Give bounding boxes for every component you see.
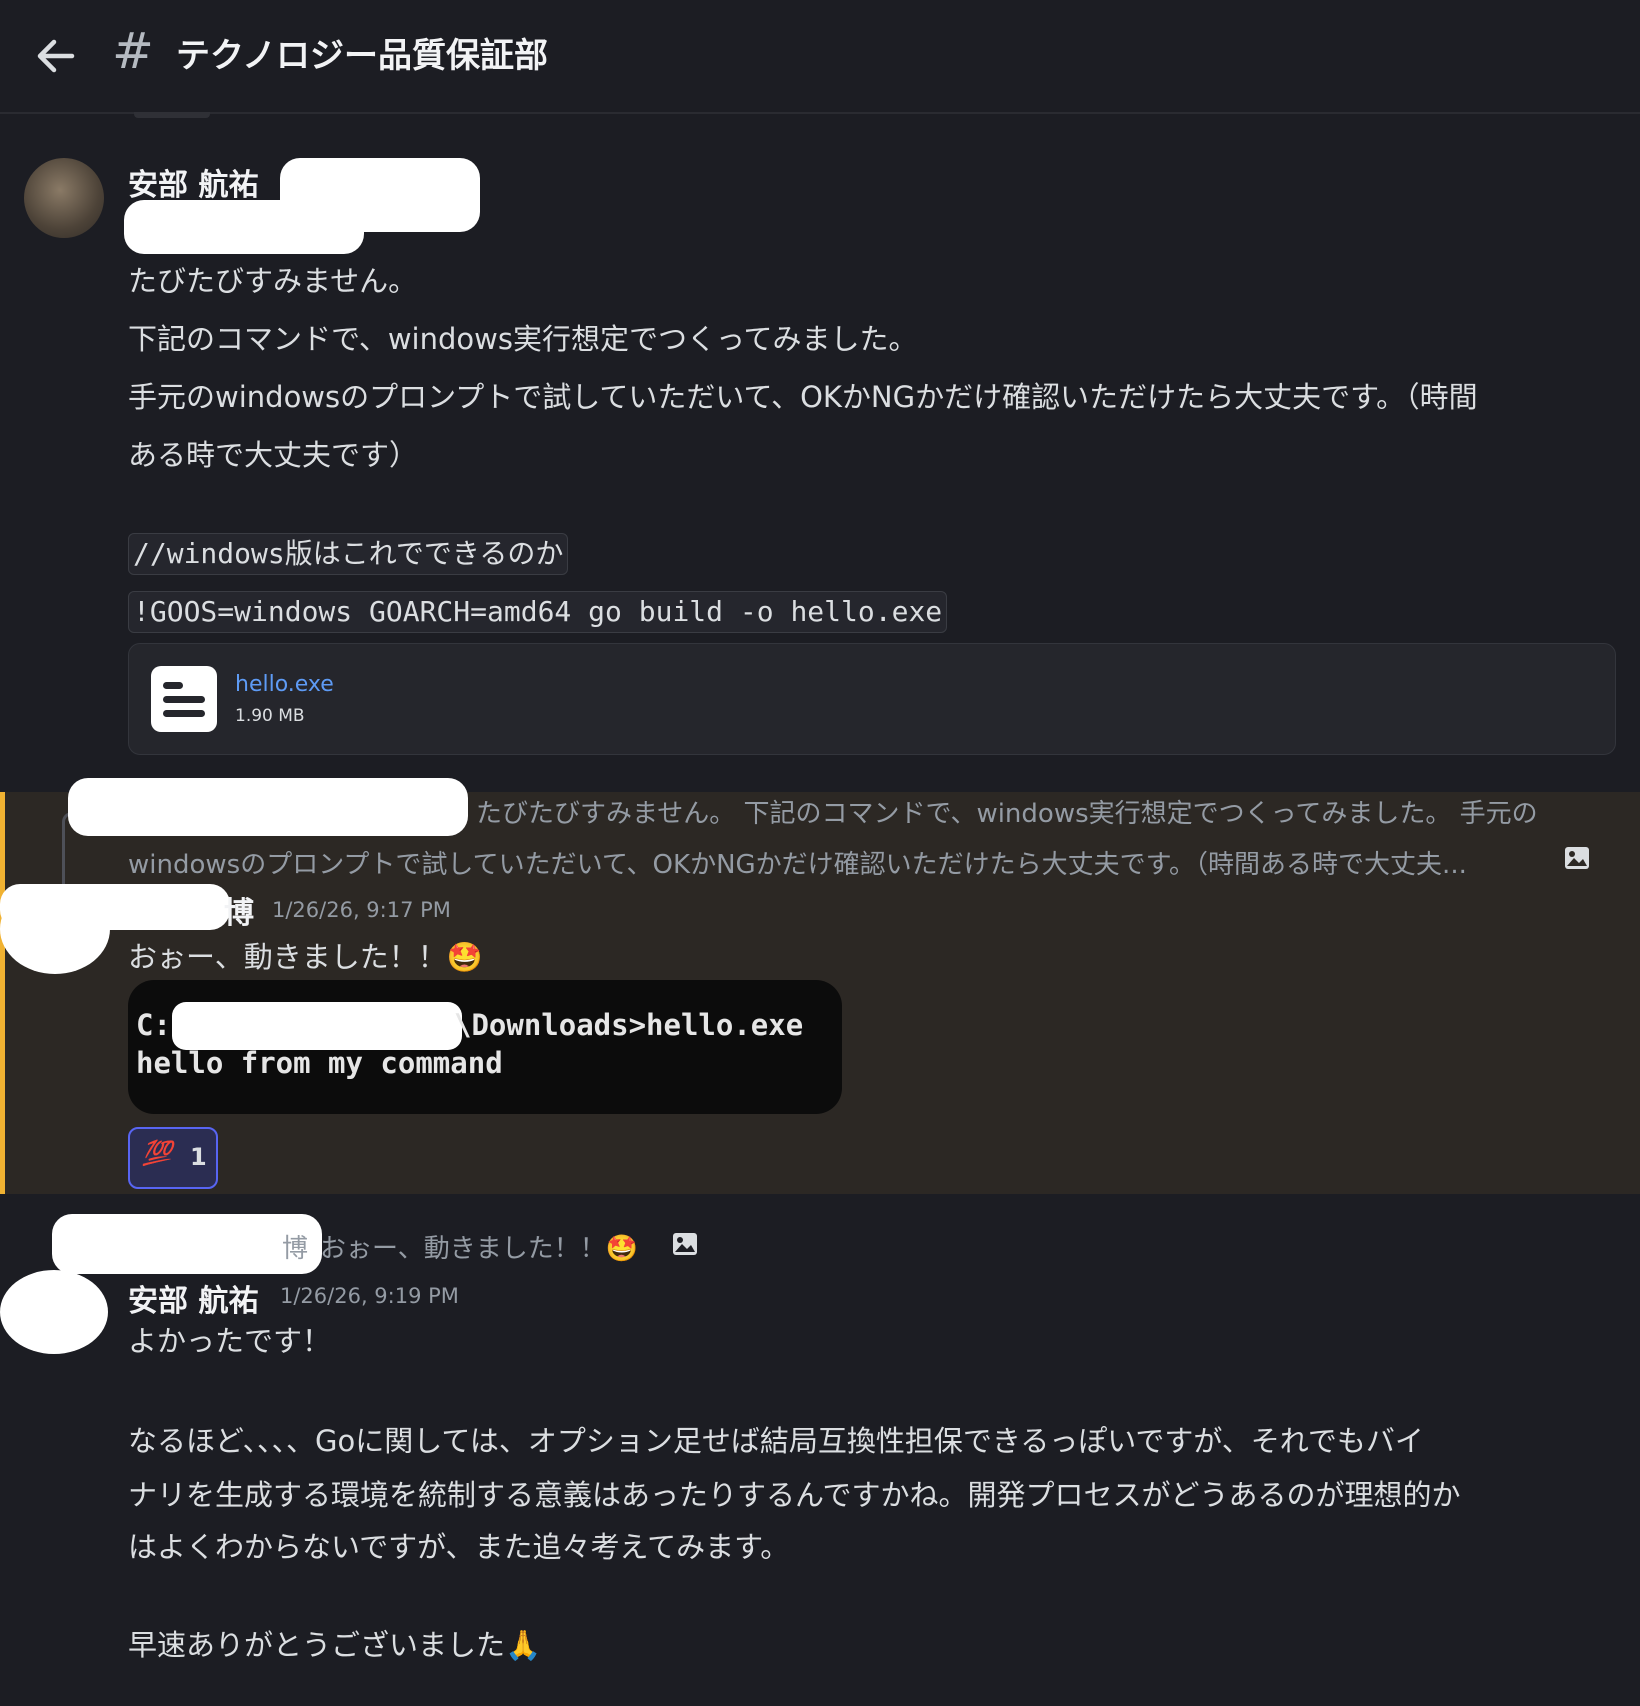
reaction-100[interactable]: 💯 1 [128, 1127, 218, 1189]
reply-preview-text[interactable]: windowsのプロンプトで試していただいて、OKかNGかだけ確認いただけたら大… [128, 844, 1467, 881]
terminal-line-output: hello from my command [136, 1046, 503, 1080]
image-icon [672, 1232, 698, 1256]
channel-title[interactable]: テクノロジー品質保証部 [176, 28, 548, 77]
message-text-line: 下記のコマンドで、windows実行想定でつくってみました。 [128, 322, 918, 356]
channel-hash-icon: # [112, 22, 154, 80]
reaction-count: 1 [190, 1143, 207, 1171]
reply-preview-author-partial[interactable]: 博 [282, 1228, 308, 1265]
hundred-points-icon: 💯 [142, 1139, 172, 1167]
message-text-line: ナリを生成する環境を統制する意義はあったりするんですかね。開発プロセスがどうある… [128, 1478, 1461, 1512]
terminal-line-command: \Downloads>hello.exe [454, 1008, 804, 1042]
file-document-icon [151, 666, 217, 732]
file-attachment[interactable]: hello.exe 1.90 MB [128, 643, 1616, 755]
attachment-file-size: 1.90 MB [235, 706, 305, 726]
message-text-line: たびたびすみません。 [128, 264, 418, 298]
user-avatar[interactable] [24, 158, 104, 238]
message-author[interactable]: 安部 航祐 [128, 160, 258, 204]
redacted-area [0, 884, 230, 930]
previous-message-edge [134, 112, 210, 118]
message-text-line: はよくわからないですが、また追々考えてみます。 [128, 1530, 790, 1564]
terminal-line-prefix: C: [136, 1008, 171, 1042]
attachment-file-name[interactable]: hello.exe [235, 672, 334, 697]
channel-header: # テクノロジー品質保証部 [0, 0, 1640, 114]
terminal-screenshot[interactable]: C: \Downloads>hello.exe hello from my co… [128, 980, 842, 1114]
redacted-path [172, 1002, 462, 1050]
back-arrow-icon[interactable] [34, 34, 78, 78]
redacted-area [68, 778, 468, 836]
message-text-line: 早速ありがとうございました🙏 [128, 1628, 542, 1662]
message-timestamp: 1/26/26, 9:19 PM [280, 1284, 459, 1308]
image-icon [1564, 846, 1590, 870]
message-author[interactable]: 安部 航祐 [128, 1276, 258, 1320]
inline-code-command: !GOOS=windows GOARCH=amd64 go build -o h… [128, 591, 948, 633]
redacted-area [124, 200, 364, 254]
message-text: おぉー、動きました！！🤩 [128, 940, 483, 974]
message-text-line: なるほど、、、、Goに関しては、オプション足せば結局互換性担保できるっぽいですが… [128, 1424, 1424, 1458]
message-timestamp: 1/26/26, 9:17 PM [272, 898, 451, 922]
inline-code-comment: //windows版はこれでできるのか [128, 533, 569, 575]
message-author-partial[interactable]: 博 [224, 888, 254, 932]
message-text-line: ある時で大丈夫です） [128, 438, 419, 472]
message-text-line: よかったです！ [128, 1324, 332, 1358]
reply-preview-text[interactable]: たびたびすみません。 下記のコマンドで、windows実行想定でつくってみました… [476, 793, 1538, 830]
message-text-line: 手元のwindowsのプロンプトで試していただいて、OKかNGかだけ確認いただけ… [128, 380, 1478, 414]
reply-preview-text[interactable]: おぉー、動きました！！🤩 [320, 1228, 638, 1265]
redacted-avatar [0, 1270, 108, 1354]
